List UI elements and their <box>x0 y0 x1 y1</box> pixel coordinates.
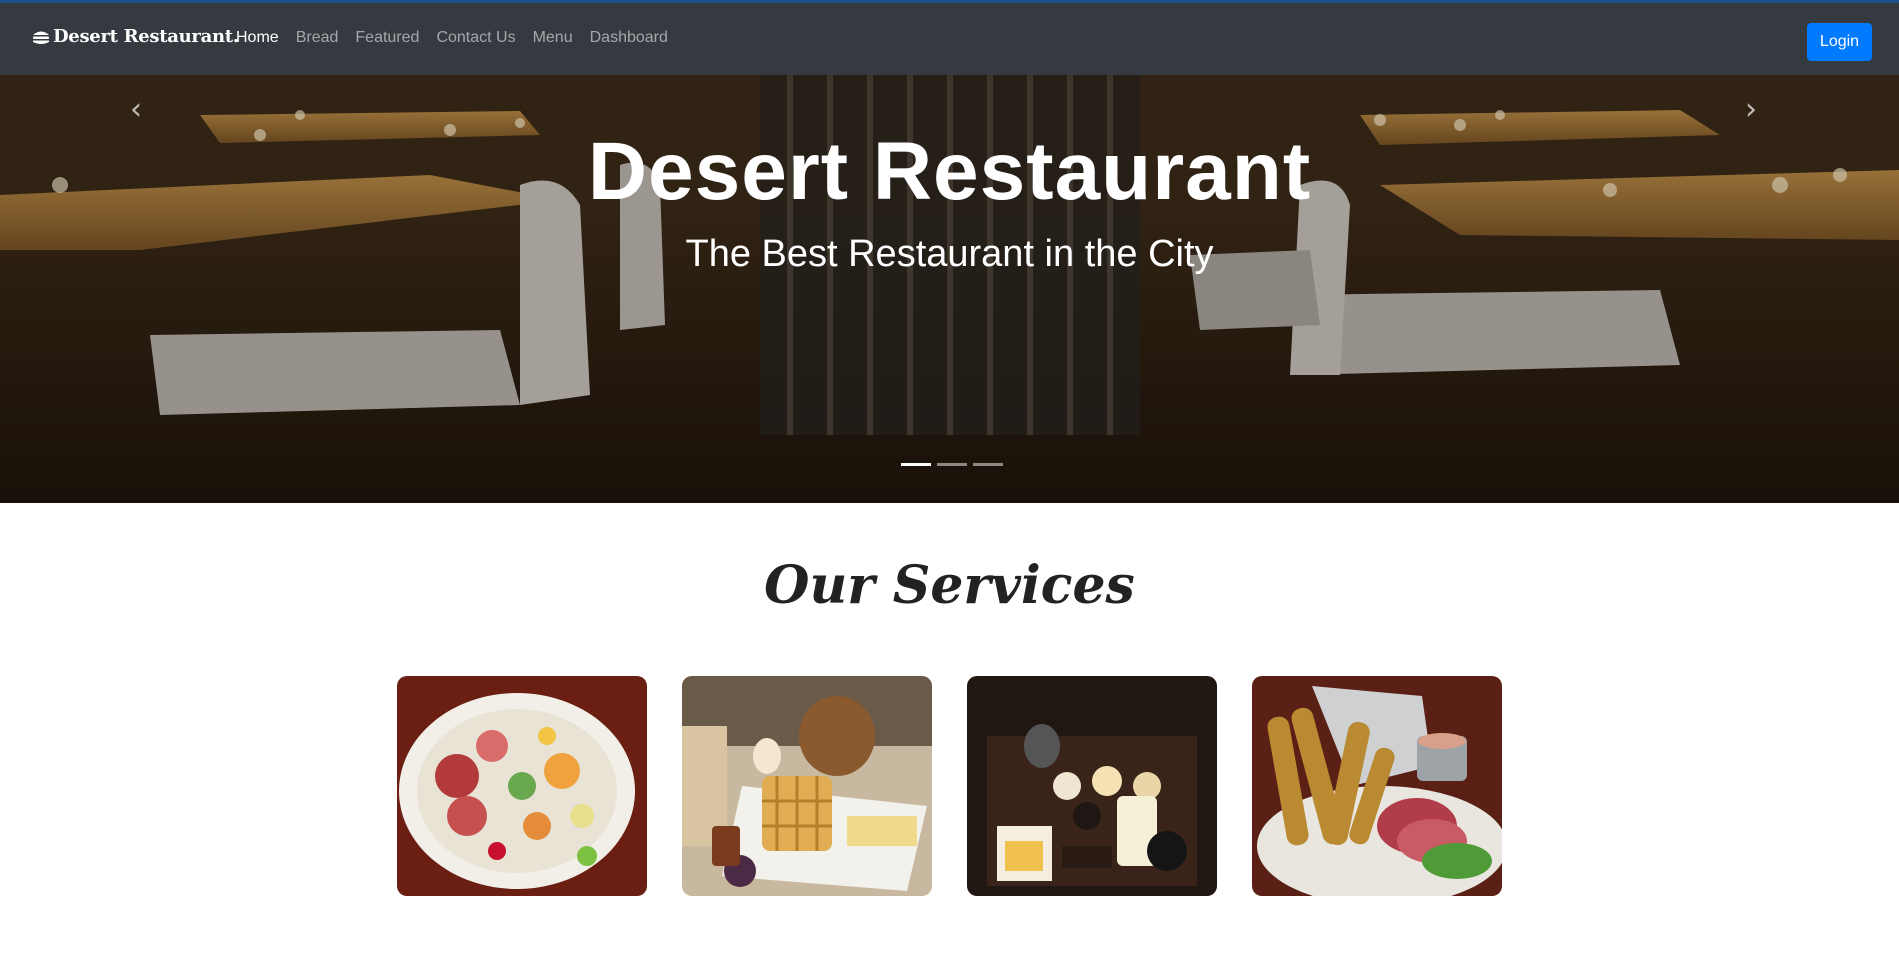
brand-name: Desert Restaurant. <box>53 26 239 47</box>
hero-title: Desert Restaurant <box>587 126 1312 217</box>
nav-link-contact-us[interactable]: Contact Us <box>436 29 515 47</box>
service-card-2[interactable] <box>682 676 932 896</box>
carousel-indicator-3[interactable] <box>973 463 1003 466</box>
chevron-left-icon[interactable]: ‹ <box>130 92 160 127</box>
nav-link-home[interactable]: Home <box>236 29 279 47</box>
chevron-right-icon[interactable]: › <box>1745 92 1775 127</box>
carousel-indicator-2[interactable] <box>937 463 967 466</box>
nav-links: Home Bread Featured Contact Us Menu Dash… <box>236 29 685 47</box>
fried-platter-image <box>1252 676 1502 896</box>
japanese-set-image <box>967 676 1217 896</box>
nav-link-bread[interactable]: Bread <box>296 29 339 47</box>
brand-logo[interactable]: Desert Restaurant. <box>31 26 239 47</box>
services-title: Our Services <box>764 555 1135 616</box>
nav-link-featured[interactable]: Featured <box>355 29 419 47</box>
breakfast-waffle-image <box>682 676 932 896</box>
carousel-indicator-1[interactable] <box>901 463 931 466</box>
service-card-1[interactable] <box>397 676 647 896</box>
service-card-4[interactable] <box>1252 676 1502 896</box>
hero-subtitle: The Best Restaurant in the City <box>685 233 1214 275</box>
nav-link-menu[interactable]: Menu <box>533 29 573 47</box>
nav-link-dashboard[interactable]: Dashboard <box>590 29 668 47</box>
carousel-indicators <box>901 463 1009 466</box>
hero-carousel: ‹ › Desert Restaurant The Best Restauran… <box>0 75 1899 503</box>
navbar: Desert Restaurant. Home Bread Featured C… <box>0 0 1899 75</box>
service-card-3[interactable] <box>967 676 1217 896</box>
burger-icon <box>33 31 49 44</box>
antipasto-platter-image <box>397 676 647 896</box>
login-button[interactable]: Login <box>1807 23 1872 61</box>
